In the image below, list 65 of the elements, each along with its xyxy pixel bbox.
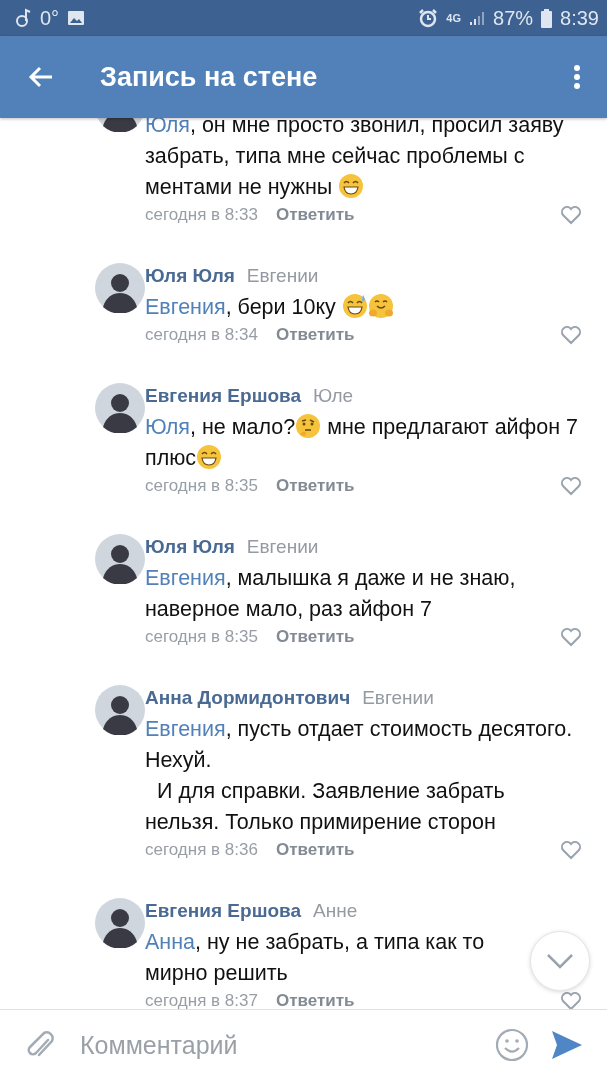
comment-time: сегодня в 8:34 [145,325,258,345]
avatar-icon[interactable] [95,263,145,313]
chevron-down-icon [546,953,574,969]
like-button[interactable] [560,627,582,647]
comment-time: сегодня в 8:36 [145,840,258,860]
author-name[interactable]: Юля Юля [145,265,235,287]
comment-text: Юля, не мало? мне предлагают айфон 7 плюс [145,412,580,472]
author-name[interactable]: Евгения Ершова [145,385,302,407]
comment-text: Евгения, малышка я даже и не знаю, наверное мало, раз айфон 7 [145,565,517,623]
reply-to-name: Юле [313,385,354,407]
reply-link[interactable]: Ответить [275,991,355,1009]
image-icon [67,10,86,26]
reply-to-name: Евгении [246,536,319,558]
smiley-icon[interactable] [495,1028,529,1062]
reply-link[interactable]: Ответить [275,840,355,860]
heart-icon [560,627,582,647]
back-arrow-icon [28,66,54,88]
signal-icon [469,10,486,26]
comment-text: Анна, ну не забрать, а типа как то мирно решить [145,929,486,987]
reply-to-name: Евгении [362,687,434,709]
reply-link[interactable]: Ответить [275,205,355,225]
alarm-icon [418,8,439,28]
comment-time: сегодня в 8:33 [145,205,258,225]
emoji-icon [341,293,368,319]
music-note-icon [14,8,32,28]
reply-link[interactable]: Ответить [275,325,355,345]
reply-link[interactable]: Ответить [275,476,355,496]
page-title: Запись на стене [100,61,319,93]
reply-link[interactable]: Ответить [275,627,355,647]
heart-icon [560,205,582,225]
heart-icon [560,991,582,1009]
author-name[interactable]: Анна Дормидонтович [145,687,351,709]
like-button[interactable] [560,840,582,860]
emoji-icon [196,444,223,470]
more-icon [573,64,581,90]
reply-to-name: Анне [313,900,358,922]
emoji-icon [295,413,322,439]
heart-icon [560,325,582,345]
like-button[interactable] [560,991,582,1009]
comment-text: Евгения, пусть отдает стоимость десятого. Нехуй. И для справки. Заявление забрать нельзя. Только примирение сторон [145,716,574,836]
emoji-icon [338,173,365,199]
battery-icon [541,8,553,28]
battery-text: 87% [493,6,534,30]
avatar-icon[interactable] [95,685,145,735]
send-icon[interactable] [551,1030,583,1060]
comment-time: сегодня в 8:37 [145,991,258,1009]
heart-icon [560,840,582,860]
comment-time: сегодня в 8:35 [145,627,258,647]
temperature-text: 0° [40,6,60,30]
author-name[interactable]: Евгения Ершова [145,900,302,922]
avatar-icon[interactable] [95,383,145,433]
like-button[interactable] [560,325,582,345]
clock-text: 8:39 [560,6,599,30]
emoji-icon [367,293,394,319]
author-name[interactable]: Юля Юля [145,536,235,558]
avatar-icon[interactable] [95,898,145,948]
heart-icon [560,476,582,496]
avatar-icon[interactable] [95,534,145,584]
network-text: 4G [446,12,462,24]
reply-to-name: Евгении [246,265,319,287]
like-button[interactable] [560,476,582,496]
comment-text: Евгения, бери 10ку [145,292,581,323]
comment-time: сегодня в 8:35 [145,476,258,496]
comment-input[interactable]: Комментарий [78,1029,473,1061]
like-button[interactable] [560,205,582,225]
